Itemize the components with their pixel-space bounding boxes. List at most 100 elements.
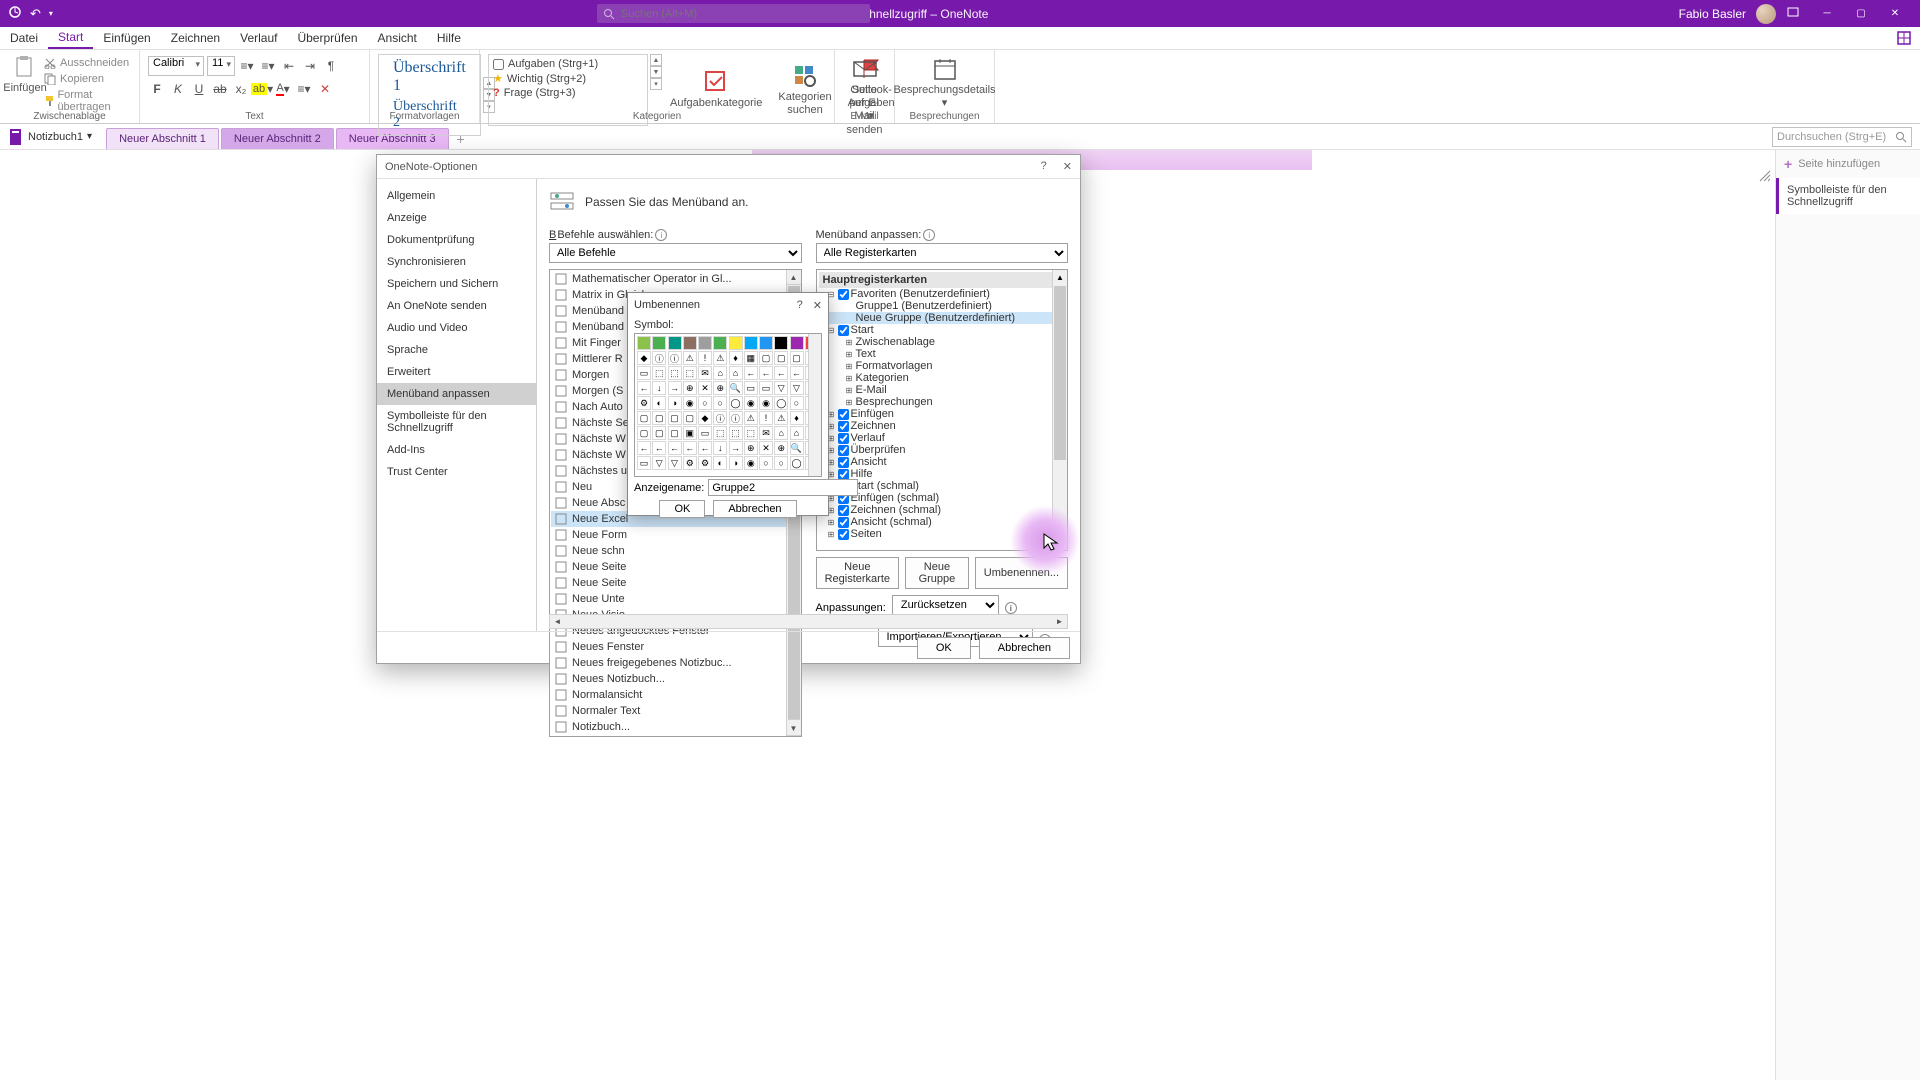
options-nav-item[interactable]: Anzeige [377,207,536,229]
symbol-item[interactable]: ← [668,441,682,455]
symbol-item[interactable]: 🔍 [790,441,804,455]
symbol-item[interactable]: ← [637,441,651,455]
symbol-item[interactable]: ↓ [713,441,727,455]
symbol-item[interactable]: ▢ [637,426,651,440]
dialog-hscroll[interactable]: ◄► [549,614,1068,629]
font-color-button[interactable]: A▾ [274,80,292,98]
symbol-item[interactable]: ⌂ [713,366,727,380]
command-item[interactable]: Notizbuch... [551,719,800,735]
tree-node[interactable]: ⊞Ansicht [819,456,1066,468]
symbol-item[interactable]: ← [744,366,758,380]
command-item[interactable]: Neue Form [551,527,800,543]
commands-from-select[interactable]: Alle Befehle [549,243,802,263]
ribbon-tree[interactable]: Hauptregisterkarten⊟Favoriten (Benutzerd… [816,269,1069,551]
symbol-item[interactable]: ▢ [683,411,697,425]
cut-button[interactable]: Ausschneiden [42,56,131,70]
symbol-item[interactable]: ← [683,441,697,455]
symbol-item[interactable]: ← [698,441,712,455]
symbol-item[interactable]: ⌂ [774,426,788,440]
tree-node[interactable]: ⊞Einfügen [819,408,1066,420]
symbol-item[interactable]: ◉ [744,396,758,410]
add-page-button[interactable]: +Seite hinzufügen [1776,150,1920,178]
reset-select[interactable]: Zurücksetzen [892,595,999,615]
symbol-item[interactable]: ⬚ [652,366,666,380]
symbol-item[interactable]: ⊕ [774,441,788,455]
symbol-item[interactable]: ⌂ [790,426,804,440]
new-group-button[interactable]: Neue Gruppe [905,557,969,589]
command-item[interactable]: Mathematischer Operator in Gl...▸ [551,271,800,287]
color-swatch[interactable] [774,336,788,350]
symbol-item[interactable]: ♦ [790,411,804,425]
dialog-help-button[interactable]: ? [1041,160,1047,173]
color-swatch[interactable] [698,336,712,350]
close-button[interactable]: ✕ [1878,1,1912,26]
tree-node[interactable]: Neue Gruppe (Benutzerdefiniert) [819,312,1066,324]
symbol-item[interactable]: ⚠ [683,351,697,365]
options-nav-item[interactable]: Menüband anpassen [377,383,536,405]
symbol-item[interactable]: ◉ [744,456,758,470]
tag-question[interactable]: ?Frage (Strg+3) [491,86,645,100]
search-box[interactable] [597,4,870,23]
minimize-button[interactable]: ─ [1810,1,1844,26]
options-nav-item[interactable]: Symbolleiste für den Schnellzugriff [377,405,536,439]
symbol-item[interactable]: ○ [713,396,727,410]
symbol-item[interactable]: ▭ [698,426,712,440]
symbol-item[interactable]: ▭ [637,366,651,380]
tree-node[interactable]: ⊞Zwischenablage [819,336,1066,348]
options-nav-item[interactable]: An OneNote senden [377,295,536,317]
dialog-close-button[interactable]: ✕ [1063,160,1072,173]
tree-node[interactable]: ⊞Zeichnen (schmal) [819,504,1066,516]
symbol-item[interactable]: ◉ [759,396,773,410]
tab-zeichnen[interactable]: Zeichnen [161,27,230,49]
section-tab-1[interactable]: Neuer Abschnitt 1 [106,128,219,149]
color-swatch[interactable] [729,336,743,350]
tab-ueberpruefen[interactable]: Überprüfen [287,27,367,49]
symbol-item[interactable]: ▢ [668,426,682,440]
symbol-item[interactable]: ▢ [759,351,773,365]
symbol-item[interactable]: ▭ [759,381,773,395]
symbol-item[interactable]: ▦ [744,351,758,365]
email-page-button[interactable]: Seite per E-Mail senden [843,54,886,139]
symbol-item[interactable]: ← [790,366,804,380]
symbol-item[interactable]: ▢ [652,426,666,440]
color-swatch[interactable] [759,336,773,350]
ribbon-display-icon[interactable] [1786,5,1800,22]
color-swatch[interactable] [683,336,697,350]
symbol-item[interactable]: ⬚ [744,426,758,440]
undo-icon[interactable]: ↶ [30,6,41,22]
autosave-icon[interactable] [8,5,22,22]
symbol-item[interactable]: ⌂ [729,366,743,380]
tree-node[interactable]: ⊞Kategorien [819,372,1066,384]
symbol-item[interactable]: → [668,381,682,395]
symbol-item[interactable]: ▢ [790,351,804,365]
symbol-item[interactable]: ◆ [637,351,651,365]
symbol-item[interactable]: ✕ [698,381,712,395]
color-swatch[interactable] [744,336,758,350]
symbol-item[interactable]: ! [698,351,712,365]
symbol-item[interactable]: ⚙ [637,396,651,410]
display-name-input[interactable] [708,479,858,496]
symbol-item[interactable]: ! [759,411,773,425]
symbol-item[interactable]: ⊕ [683,381,697,395]
tree-node[interactable]: ⊞Überprüfen [819,444,1066,456]
tree-node[interactable]: ⊞Zeichnen [819,420,1066,432]
symbol-item[interactable]: ◯ [774,396,788,410]
symbol-item[interactable]: ▢ [652,411,666,425]
color-swatch[interactable] [668,336,682,350]
share-icon[interactable] [1896,30,1912,46]
subscript-button[interactable]: x₂ [232,80,250,98]
symbol-item[interactable]: ◯ [790,456,804,470]
symbol-item[interactable]: ⓘ [713,411,727,425]
symbol-item[interactable]: ○ [790,396,804,410]
symbol-item[interactable]: ▢ [637,411,651,425]
color-swatch[interactable] [637,336,651,350]
symbol-item[interactable]: ⬚ [683,366,697,380]
symbol-item[interactable]: ○ [698,396,712,410]
symbol-item[interactable]: ✉ [759,426,773,440]
symbol-item[interactable]: ◉ [683,396,697,410]
search-input[interactable] [621,8,864,20]
tree-node[interactable]: ⊟Favoriten (Benutzerdefiniert) [819,288,1066,300]
paragraph-button[interactable]: ¶ [322,57,340,75]
symbol-item[interactable]: ◐ [652,396,666,410]
section-tab-2[interactable]: Neuer Abschnitt 2 [221,128,334,149]
